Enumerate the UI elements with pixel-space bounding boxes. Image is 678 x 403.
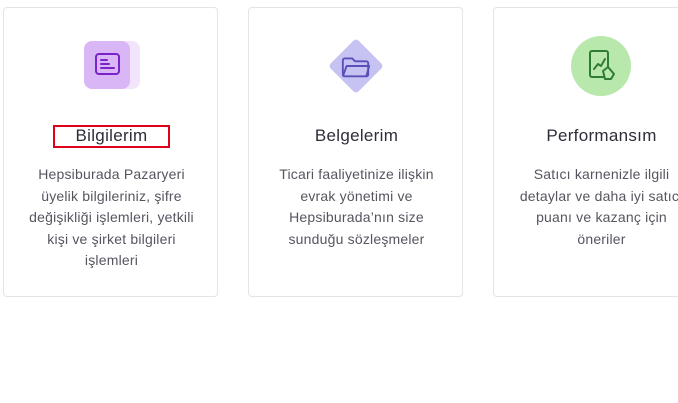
card-description: Satıcı karnenizle ilgili detaylar ve dah… (519, 166, 678, 247)
card-description: Ticari faaliyetinize ilişkin evrak yönet… (279, 166, 434, 247)
performance-chart-icon (570, 35, 632, 97)
folder-icon (325, 35, 387, 97)
card-title: Belgelerim (314, 126, 399, 145)
highlight-box (53, 125, 170, 148)
card-performansim[interactable]: Performansım Satıcı karnenizle ilgili de… (493, 7, 678, 297)
card-title: Performansım (546, 126, 657, 145)
card-belgelerim[interactable]: Belgelerim Ticari faaliyetinize ilişkin … (248, 7, 463, 297)
card-description: Hepsiburada Pazaryeri üyelik bilgilerini… (29, 166, 194, 268)
card-bilgilerim[interactable]: Bilgilerim Hepsiburada Pazaryeri üyelik … (3, 7, 218, 297)
profile-document-icon (80, 35, 142, 97)
seller-account-cards: Bilgilerim Hepsiburada Pazaryeri üyelik … (0, 0, 678, 403)
